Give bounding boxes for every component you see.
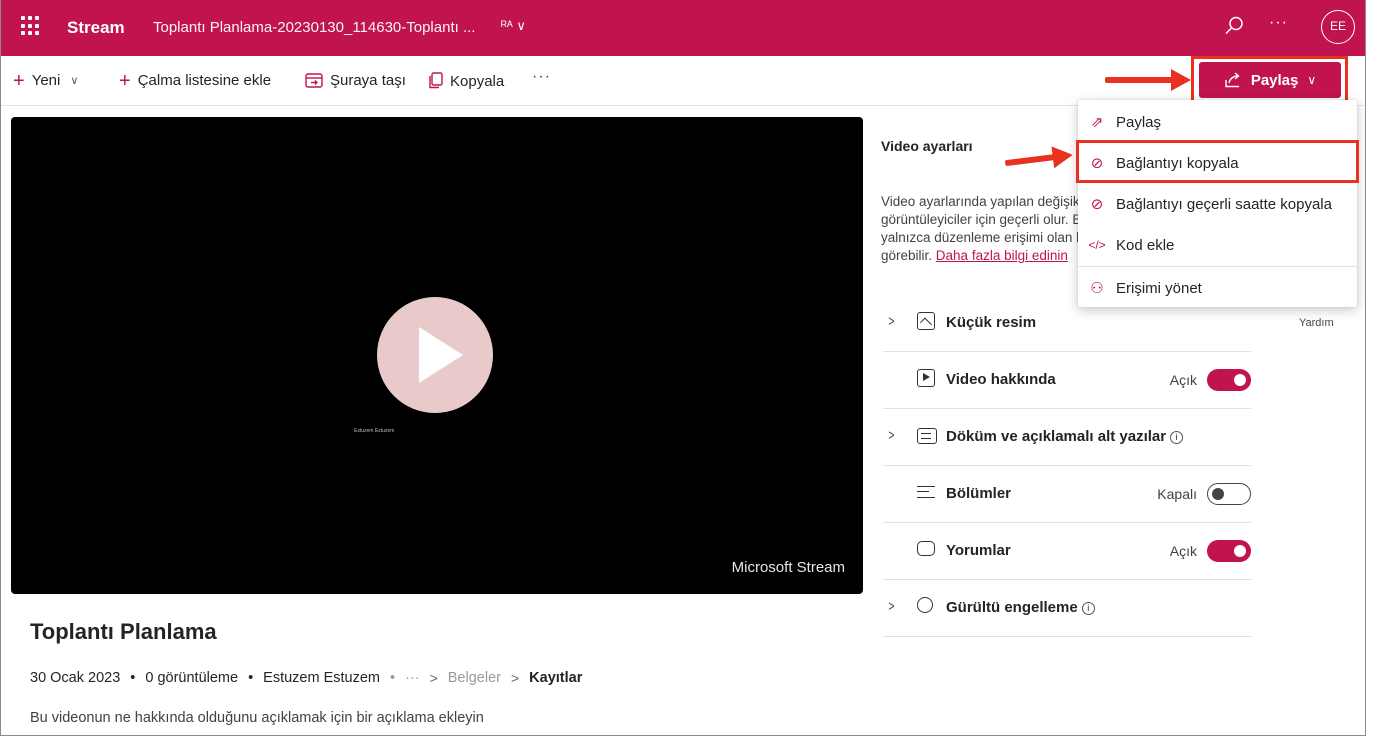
user-avatar[interactable]: EE — [1321, 10, 1355, 44]
title-menu-chevron-icon[interactable]: ᴿᴬ ∨ — [501, 18, 526, 34]
link-time-icon: ⊘ — [1090, 196, 1104, 213]
new-label: Yeni — [31, 72, 61, 89]
video-settings-intro: Video ayarlarında yapılan değişiklikler … — [881, 193, 1081, 281]
move-icon — [305, 72, 323, 88]
chevron-right-icon: > — [510, 670, 520, 686]
setting-label: Gürültü engelleme i — [946, 599, 1095, 616]
share-menu: ⇗ Paylaş ⊘ Bağlantıyı kopyala ⊘ Bağlantı… — [1078, 100, 1357, 307]
video-owner[interactable]: Estuzem Estuzem — [263, 670, 380, 686]
separator-dot: • — [390, 670, 396, 686]
intro-line: yalnızca düzenleme erişimi olan kişiler — [881, 230, 1081, 245]
manage-access-icon: ⚇ — [1090, 280, 1104, 297]
app-header: Stream Toplantı Planlama-20230130_114630… — [1, 0, 1365, 56]
copy-button[interactable]: Kopyala — [427, 72, 504, 90]
copy-link-highlight — [1076, 140, 1359, 183]
stream-watermark: Microsoft Stream — [731, 559, 845, 576]
menu-item-embed-code[interactable]: </> Kod ekle — [1078, 225, 1357, 265]
setting-transcript[interactable]: > Döküm ve açıklamalı alt yazılar i — [883, 409, 1251, 466]
setting-label: Döküm ve açıklamalı alt yazılar i — [946, 428, 1184, 445]
help-link[interactable]: Yardım — [1299, 317, 1334, 329]
breadcrumb-more-icon[interactable]: ··· — [405, 670, 420, 686]
setting-label: Video hakkında — [946, 371, 1056, 388]
document-title[interactable]: Toplantı Planlama-20230130_114630-Toplan… — [153, 19, 475, 36]
presenter-name: Estuzem Estuzem — [354, 428, 395, 434]
menu-item-share[interactable]: ⇗ Paylaş — [1078, 102, 1357, 142]
comments-toggle[interactable] — [1207, 540, 1251, 562]
setting-label: Bölümler — [946, 485, 1012, 502]
about-video-toggle[interactable] — [1207, 369, 1251, 391]
description-field[interactable]: Bu videonun ne hakkında olduğunu açıklam… — [30, 710, 484, 726]
app-name[interactable]: Stream — [67, 18, 125, 38]
breadcrumb-documents[interactable]: Belgeler — [448, 670, 501, 686]
video-date: 30 Ocak 2023 — [30, 670, 121, 686]
more-commands-icon[interactable]: ··· — [532, 68, 551, 86]
search-icon[interactable] — [1223, 15, 1245, 37]
info-icon[interactable]: i — [1170, 431, 1184, 444]
setting-chapters[interactable]: Bölümler Kapalı — [883, 466, 1251, 523]
move-to-button[interactable]: Şuraya taşı — [305, 72, 406, 89]
chevron-right-icon[interactable]: > — [888, 598, 894, 615]
code-icon: </> — [1088, 238, 1106, 252]
add-to-playlist-button[interactable]: + Çalma listesine ekle — [119, 69, 272, 92]
plus-icon: + — [13, 69, 25, 92]
captions-icon — [917, 426, 937, 444]
separator-dot: • — [248, 670, 254, 686]
learn-more-link[interactable]: Daha fazla bilgi edinin — [936, 248, 1068, 263]
annotation-arrow-copy-link — [1004, 153, 1058, 167]
chapters-toggle[interactable] — [1207, 483, 1251, 505]
menu-item-manage-access[interactable]: ⚇ Erişimi yönet — [1078, 268, 1357, 308]
menu-item-label: Paylaş — [1116, 113, 1162, 131]
more-options-icon[interactable]: ··· — [1269, 14, 1288, 32]
chapters-icon — [917, 483, 935, 501]
video-title[interactable]: Toplantı Planlama — [30, 619, 217, 645]
menu-item-label: Bağlantıyı geçerli saatte kopyala — [1116, 195, 1332, 213]
move-to-label: Şuraya taşı — [330, 72, 406, 89]
video-views: 0 görüntüleme — [145, 670, 239, 686]
add-to-playlist-label: Çalma listesine ekle — [137, 72, 272, 89]
setting-label: Yorumlar — [946, 542, 1011, 559]
menu-item-label: Kod ekle — [1116, 236, 1175, 254]
setting-about-video[interactable]: Video hakkında Açık — [883, 352, 1251, 409]
setting-comments[interactable]: Yorumlar Açık — [883, 523, 1251, 580]
breadcrumb-recordings[interactable]: Kayıtlar — [529, 670, 582, 686]
new-button[interactable]: + Yeni ∨ — [13, 69, 79, 92]
video-settings-title: Video ayarları — [881, 138, 973, 154]
chevron-right-icon[interactable]: > — [888, 313, 894, 330]
copy-icon — [429, 72, 443, 89]
chevron-right-icon[interactable]: > — [888, 427, 894, 444]
menu-divider — [1078, 266, 1357, 267]
video-play-icon — [917, 369, 935, 387]
image-icon — [917, 312, 935, 330]
setting-noise-suppression[interactable]: > Gürültü engelleme i — [883, 580, 1251, 637]
comment-icon — [917, 541, 935, 556]
separator-dot: • — [130, 670, 136, 686]
annotation-arrow-share — [1105, 69, 1191, 91]
app-launcher-icon[interactable] — [21, 16, 41, 36]
chevron-right-icon: > — [429, 670, 438, 686]
share-button-highlight — [1191, 56, 1348, 103]
intro-line: görebilir. — [881, 248, 933, 263]
menu-item-label: Erişimi yönet — [1116, 279, 1202, 297]
setting-state: Açık — [1169, 372, 1197, 388]
intro-line: Video ayarlarında yapılan değişiklikler … — [881, 194, 1081, 209]
menu-item-copy-link-time[interactable]: ⊘ Bağlantıyı geçerli saatte kopyala — [1078, 184, 1357, 224]
setting-label: Küçük resim — [946, 314, 1037, 331]
play-icon[interactable] — [377, 297, 493, 413]
video-meta: 30 Ocak 2023 • 0 görüntüleme • Estuzem E… — [30, 670, 582, 686]
video-player[interactable]: Estuzem Estuzem Microsoft Stream — [11, 117, 863, 594]
setting-state: Kapalı — [1157, 486, 1197, 502]
share-icon: ⇗ — [1090, 114, 1104, 131]
intro-line: görüntüleyiciler için geçerli olur. Bu a… — [881, 212, 1081, 227]
stream-app: Stream Toplantı Planlama-20230130_114630… — [0, 0, 1366, 736]
setting-state: Açık — [1169, 543, 1197, 559]
copy-label: Kopyala — [450, 72, 505, 90]
chevron-down-icon: ∨ — [70, 75, 79, 87]
plus-icon: + — [119, 69, 131, 92]
noise-suppression-icon — [917, 597, 933, 613]
info-icon[interactable]: i — [1081, 602, 1095, 615]
